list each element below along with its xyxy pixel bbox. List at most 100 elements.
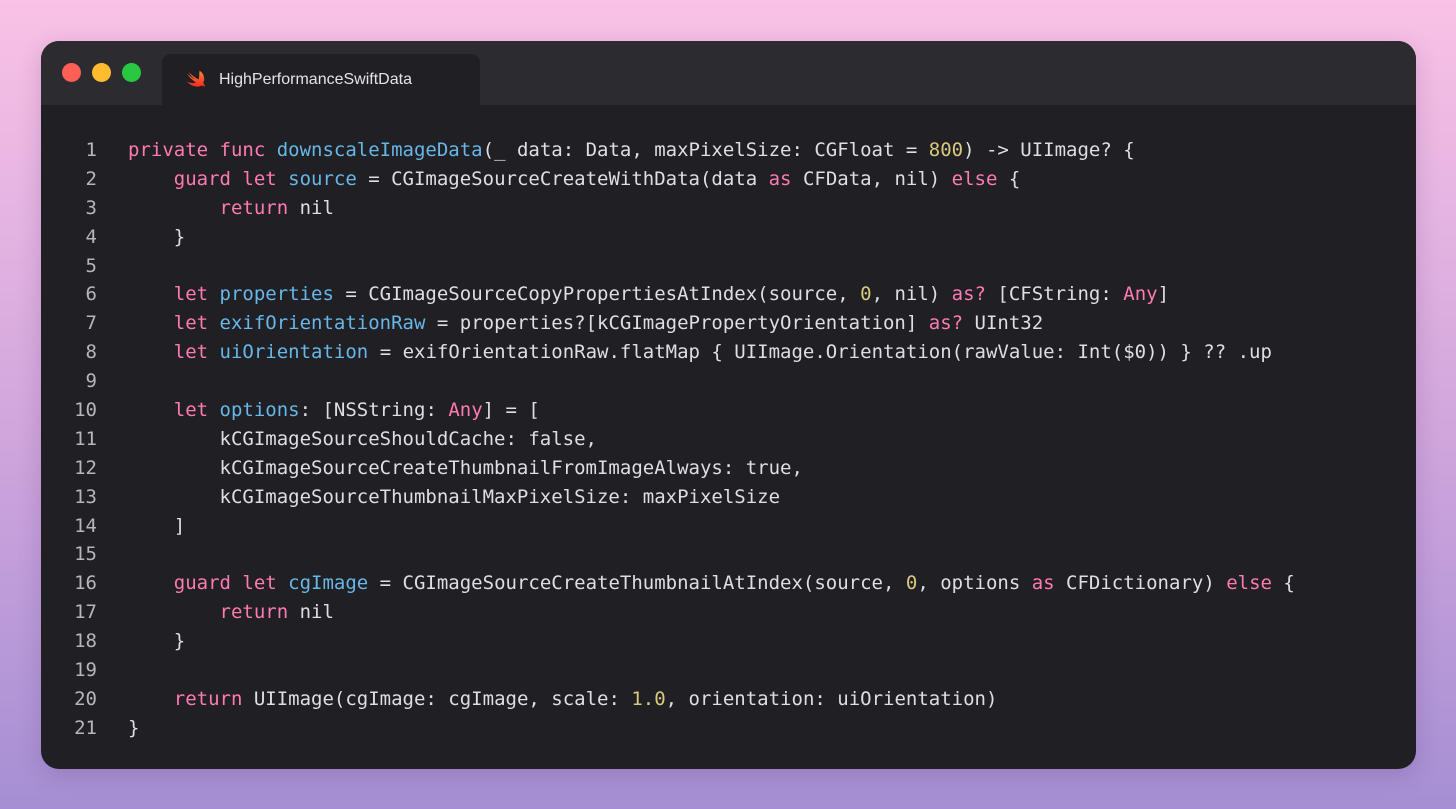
code-token: [CFString: [985, 283, 1124, 306]
code-line: 4 } [41, 223, 1416, 252]
code-text: } [128, 223, 185, 252]
zoom-window-button[interactable] [122, 63, 141, 82]
line-number: 8 [85, 341, 97, 364]
code-token: let [173, 341, 220, 364]
code-line: 11 kCGImageSourceShouldCache: false, [41, 425, 1416, 454]
code-token: exifOrientationRaw [219, 312, 426, 335]
code-text: let uiOrientation = exifOrientationRaw.f… [128, 338, 1272, 367]
code-token: 800 [928, 139, 964, 161]
code-token: let [173, 283, 220, 306]
code-token: ] = [ [482, 399, 540, 422]
code-token: as [768, 167, 792, 190]
code-line: 6 let properties = CGImageSourceCopyProp… [41, 280, 1416, 309]
code-text: let properties = CGImageSourceCopyProper… [128, 280, 1169, 309]
code-line: 5 [41, 252, 1416, 281]
code-editor[interactable]: 1 private func downscaleImageData(_ data:… [41, 136, 1416, 743]
line-number: 14 [74, 514, 97, 537]
code-line: 7 let exifOrientationRaw = properties?[k… [41, 309, 1416, 338]
code-window: HighPerformanceSwiftData 1 private func d… [41, 41, 1416, 769]
code-text: kCGImageSourceShouldCache: false, [128, 425, 598, 454]
line-number: 5 [85, 254, 97, 277]
code-token: ] [1157, 283, 1170, 306]
code-token: let [173, 399, 220, 422]
line-number: 17 [74, 601, 97, 624]
code-text: ] [128, 512, 185, 541]
code-line: 12 kCGImageSourceCreateThumbnailFromImag… [41, 454, 1416, 483]
code-token: , orientation: uiOrientation) [665, 687, 998, 710]
line-number: 21 [74, 716, 97, 739]
code-token: CFDictionary) [1054, 572, 1227, 595]
code-token: return [219, 196, 289, 219]
line-number: 1 [85, 139, 97, 161]
code-token: return [173, 687, 243, 710]
line-number: 18 [74, 630, 97, 653]
code-token: = properties?[kCGImagePropertyOrientatio… [425, 312, 929, 335]
code-text: let exifOrientationRaw = properties?[kCG… [128, 309, 1043, 338]
code-token: } [128, 630, 186, 653]
code-token: : [NSString: [299, 399, 449, 422]
code-token: options [219, 399, 300, 422]
code-line: 10 let options: [NSString: Any] = [ [41, 396, 1416, 425]
code-token: nil [288, 196, 334, 219]
code-token: 0 [905, 572, 918, 595]
line-number: 2 [85, 167, 97, 190]
code-token: Any [1123, 283, 1158, 306]
code-line: 19 [41, 656, 1416, 685]
line-number: 4 [85, 225, 97, 248]
code-token: let [173, 312, 220, 335]
code-token: = CGImageSourceCreateThumbnailAtIndex(so… [368, 572, 906, 595]
code-text: guard let cgImage = CGImageSourceCreateT… [128, 569, 1295, 598]
line-number: 13 [74, 485, 97, 508]
line-number: 3 [85, 196, 97, 219]
line-number: 16 [74, 572, 97, 595]
close-window-button[interactable] [62, 63, 81, 82]
code-line: 14 ] [41, 512, 1416, 541]
code-line: 3 return nil [41, 194, 1416, 223]
line-number: 20 [74, 687, 97, 710]
code-token: source [288, 167, 357, 190]
code-text: return nil [128, 194, 334, 223]
file-tab[interactable]: HighPerformanceSwiftData [162, 54, 480, 105]
line-number: 6 [85, 283, 97, 306]
code-line: 18 } [41, 627, 1416, 656]
line-number: 7 [85, 312, 97, 335]
line-number: 15 [74, 543, 97, 566]
code-line: 8 let uiOrientation = exifOrientationRaw… [41, 338, 1416, 367]
code-token: as? [928, 312, 964, 335]
code-token: CFData, nil) [791, 167, 952, 190]
line-number: 12 [74, 456, 97, 479]
code-token: else [951, 167, 998, 190]
code-text: } [128, 714, 139, 743]
code-token: else [1226, 572, 1272, 595]
code-token: = exifOrientationRaw.flatMap { UIImage.O… [368, 341, 1272, 364]
code-token: ] [128, 514, 186, 537]
code-token: kCGImageSourceThumbnailMaxPixelSize: max… [128, 485, 781, 508]
code-token: kCGImageSourceCreateThumbnailFromImageAl… [128, 456, 803, 479]
code-text: private func downscaleImageData(_ data: … [128, 136, 1135, 165]
code-token: downscaleImageData [276, 139, 483, 161]
code-token: 0 [860, 283, 872, 306]
swift-logo-icon [186, 70, 205, 87]
minimize-window-button[interactable] [92, 63, 111, 82]
code-line: 9 [41, 367, 1416, 396]
title-bar: HighPerformanceSwiftData [41, 41, 1416, 105]
code-token: nil [288, 601, 334, 624]
code-token: return [219, 601, 289, 624]
code-line: 21} [41, 714, 1416, 743]
code-token: UInt32 [963, 312, 1044, 335]
code-line: 13 kCGImageSourceThumbnailMaxPixelSize: … [41, 483, 1416, 512]
code-token: as [1031, 572, 1055, 595]
line-number: 11 [74, 427, 97, 450]
code-line: 16 guard let cgImage = CGImageSourceCrea… [41, 569, 1416, 598]
code-token: = CGImageSourceCopyPropertiesAtIndex(sou… [333, 283, 861, 306]
line-number: 10 [74, 399, 97, 422]
code-text: guard let source = CGImageSourceCreateWi… [128, 165, 1021, 194]
code-token: UIImage(cgImage: cgImage, scale: [242, 687, 632, 710]
